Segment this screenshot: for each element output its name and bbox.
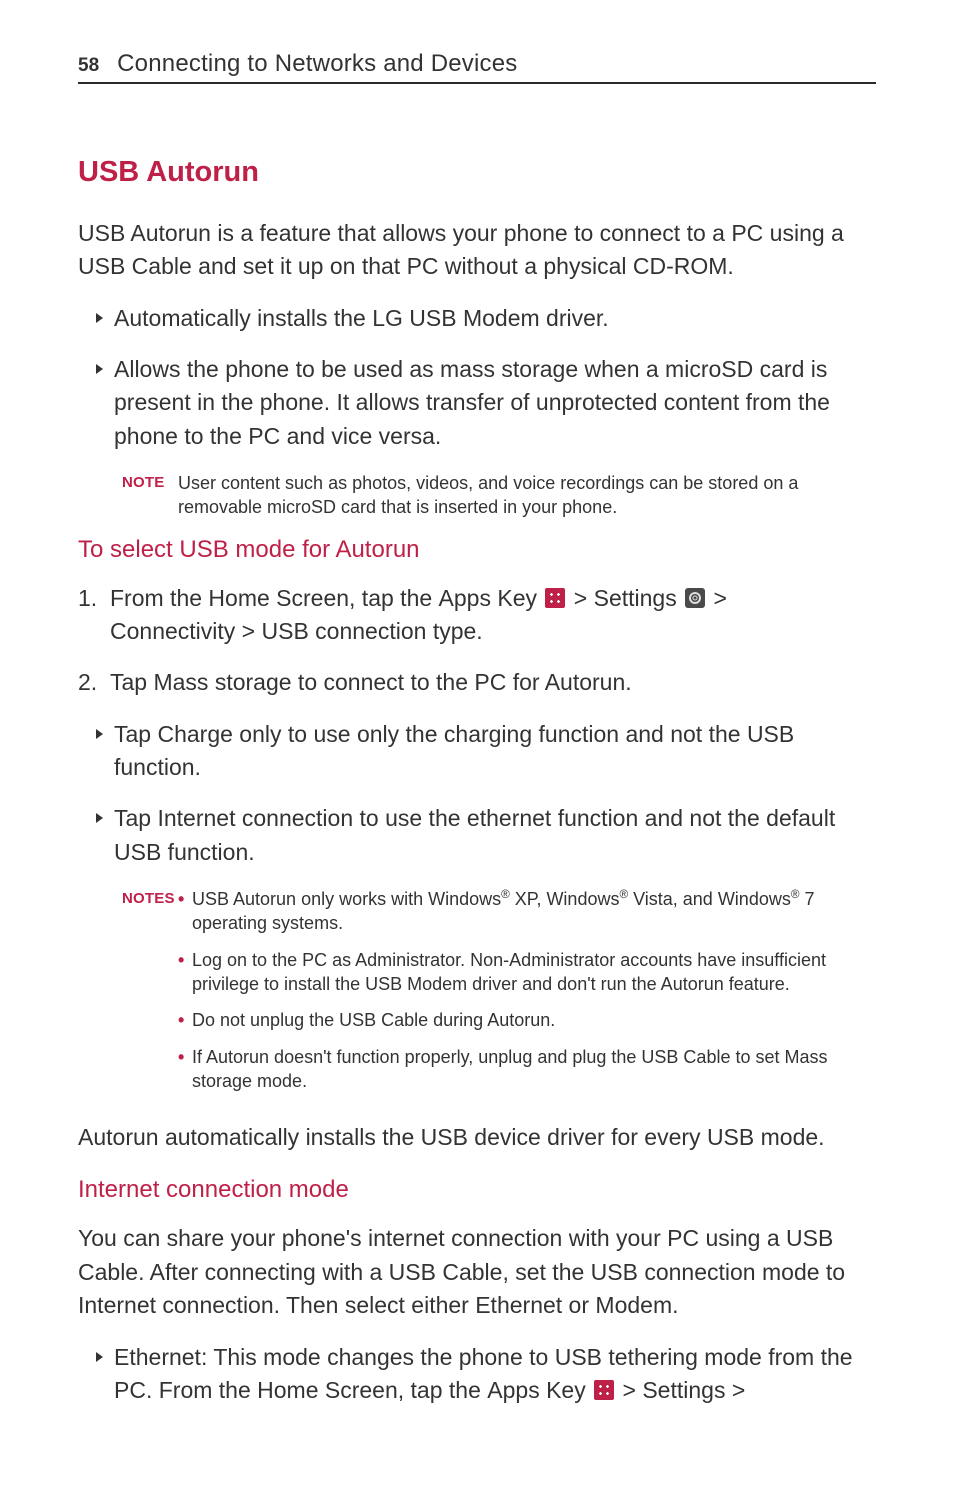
usb-conn-type-label: USB connection type <box>262 618 477 644</box>
note-label: NOTE <box>122 471 178 520</box>
connectivity-label: Connectivity <box>110 618 235 644</box>
intro-paragraph: USB Autorun is a feature that allows you… <box>78 217 876 284</box>
apps-key-icon <box>545 588 565 608</box>
internet-conn-label: Internet connection <box>157 805 353 831</box>
note-item: USB Autorun only works with Windows® XP,… <box>178 887 876 936</box>
notes-label: NOTES <box>122 887 178 1105</box>
page: 58 Connecting to Networks and Devices US… <box>0 0 954 1485</box>
notes-block: NOTES USB Autorun only works with Window… <box>122 887 876 1105</box>
bullet-item: Automatically installs the LG USB Modem … <box>96 302 876 335</box>
section-title: USB Autorun <box>78 156 876 189</box>
step-text: to connect to the PC for Autorun. <box>292 669 632 695</box>
t: Vista, and Windows <box>628 889 791 909</box>
text: Tap <box>114 721 157 747</box>
settings-label: Settings <box>642 1377 725 1403</box>
t: or <box>562 1292 595 1318</box>
notes-content: USB Autorun only works with Windows® XP,… <box>178 887 876 1105</box>
ethernet-bold: Ethernet: <box>114 1344 207 1370</box>
subsection-title: Internet connection mode <box>78 1176 876 1204</box>
autorun-paragraph: Autorun automatically installs the USB d… <box>78 1121 876 1154</box>
feature-bullets: Automatically installs the LG USB Modem … <box>78 302 876 453</box>
header-title: Connecting to Networks and Devices <box>117 50 517 78</box>
settings-label: Settings <box>594 585 677 611</box>
step-item: Tap Mass storage to connect to the PC fo… <box>78 666 876 699</box>
apps-key-icon <box>594 1380 614 1400</box>
sep: > <box>707 585 727 611</box>
step-item: From the Home Screen, tap the Apps Key >… <box>78 582 876 649</box>
page-number: 58 <box>78 55 99 77</box>
step-text: From the Home Screen, tap the <box>110 585 439 611</box>
t: . <box>672 1292 678 1318</box>
sep: > <box>235 618 261 644</box>
bullet-item: Tap Charge only to use only the charging… <box>96 718 876 785</box>
notes-bullets: USB Autorun only works with Windows® XP,… <box>178 887 876 1093</box>
apps-key-label: Apps Key <box>439 585 537 611</box>
t: USB Autorun only works with Windows <box>192 889 501 909</box>
note-item: If Autorun doesn't function properly, un… <box>178 1045 876 1094</box>
ethernet-label: Ethernet <box>475 1292 562 1318</box>
page-header: 58 Connecting to Networks and Devices <box>78 50 876 84</box>
settings-gear-icon <box>685 588 705 608</box>
step-text: Tap <box>110 669 153 695</box>
text: Tap <box>114 805 157 831</box>
ethernet-bullets: Ethernet: This mode changes the phone to… <box>96 1341 876 1408</box>
internet-mode-paragraph: You can share your phone's internet conn… <box>78 1222 876 1322</box>
mass-storage-label: Mass storage <box>153 669 291 695</box>
note-item: Log on to the PC as Administrator. Non-A… <box>178 948 876 997</box>
reg-mark: ® <box>619 888 628 901</box>
sep: > <box>725 1377 745 1403</box>
note-text: User content such as photos, videos, and… <box>178 471 876 520</box>
apps-key-label: Apps Key <box>487 1377 585 1403</box>
t: XP, Windows <box>510 889 620 909</box>
bullet-item: Allows the phone to be used as mass stor… <box>96 353 876 453</box>
t: You can share your phone's internet conn… <box>78 1225 845 1318</box>
sep: > <box>567 585 593 611</box>
reg-mark: ® <box>501 888 510 901</box>
charge-only-label: Charge only <box>157 721 281 747</box>
bullet-item: Ethernet: This mode changes the phone to… <box>96 1341 876 1408</box>
period: . <box>476 618 482 644</box>
note-item: Do not unplug the USB Cable during Autor… <box>178 1008 876 1032</box>
subsection-title: To select USB mode for Autorun <box>78 536 876 564</box>
bullet-item: Tap Internet connection to use the ether… <box>96 802 876 869</box>
modem-label: Modem <box>595 1292 672 1318</box>
sub-bullets: Tap Charge only to use only the charging… <box>96 718 876 869</box>
note-block: NOTE User content such as photos, videos… <box>122 471 876 520</box>
sep: > <box>616 1377 642 1403</box>
steps-list: From the Home Screen, tap the Apps Key >… <box>78 582 876 700</box>
